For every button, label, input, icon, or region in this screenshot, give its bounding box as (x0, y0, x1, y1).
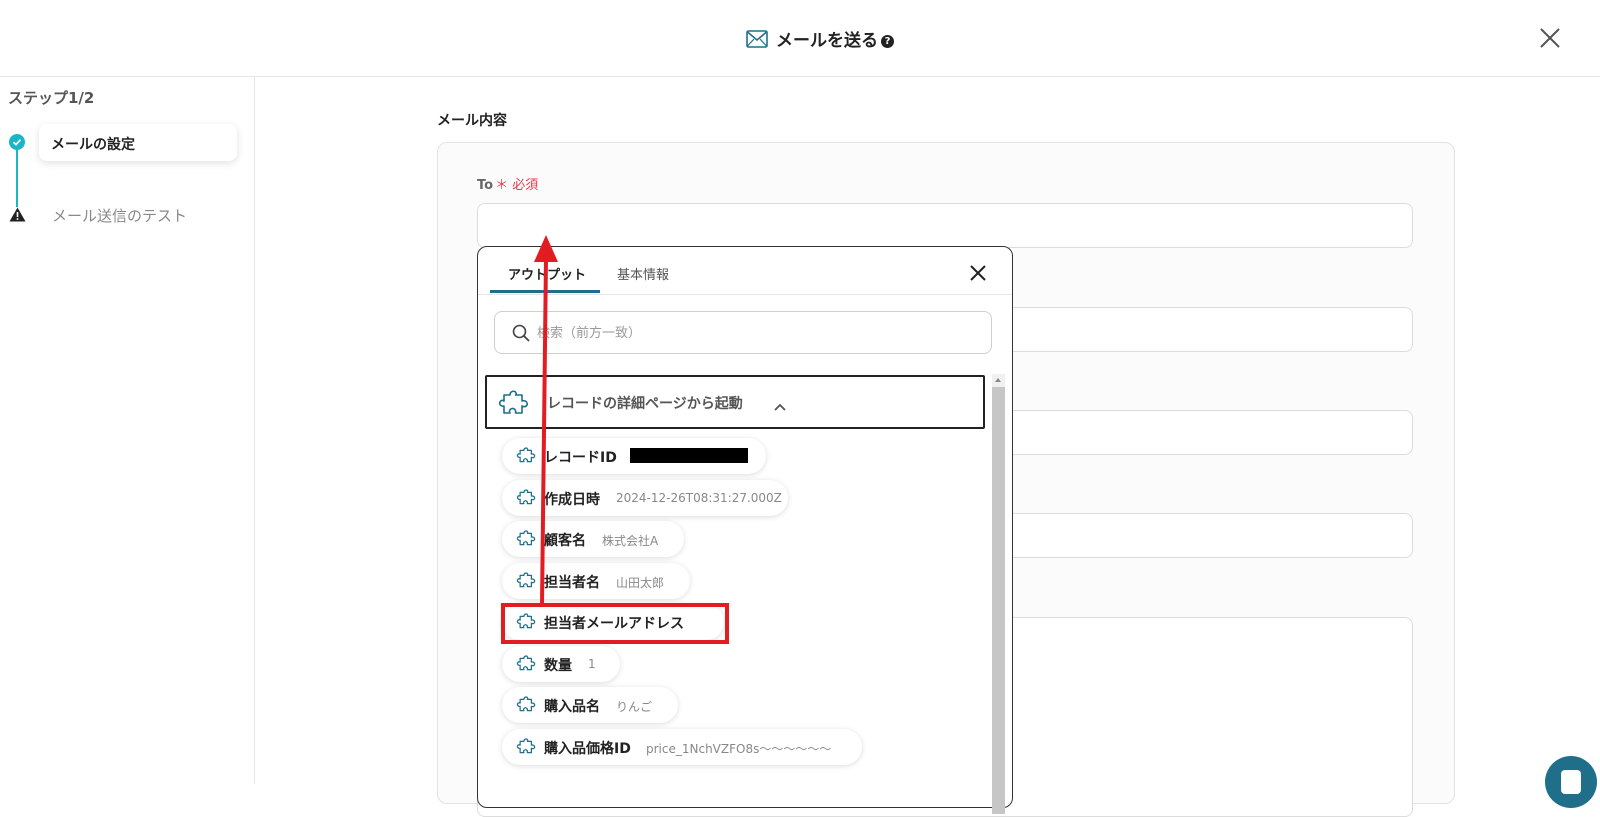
chip-value: 株式会社A (602, 534, 659, 548)
search-box[interactable] (494, 311, 992, 354)
group-label: レコードの詳細ページから起動 (547, 396, 743, 412)
puzzle-icon (516, 488, 538, 512)
puzzle-icon (516, 695, 538, 719)
tab-divider (478, 294, 1012, 295)
chip-label: 担当者名 (544, 575, 600, 591)
output-item-price-id[interactable]: 購入品価格ID price_1NchVZFO8s〜〜〜〜〜〜 (502, 729, 862, 765)
chip-value: 2024-12-26T08:31:27.000Z (616, 491, 782, 505)
chip-value: 山田太郎 (616, 576, 665, 590)
header-title: メールを送る? (0, 26, 1600, 53)
puzzle-icon (498, 388, 532, 424)
header-title-text: メールを送る (776, 31, 878, 51)
chip-label: 顧客名 (544, 533, 586, 549)
close-icon (1540, 28, 1560, 48)
close-popup-button[interactable] (970, 265, 986, 285)
chip-label: 数量 (544, 658, 572, 674)
output-item-product-name[interactable]: 購入品名 りんご (502, 687, 678, 723)
to-field-label: To ＊ 必須 (477, 174, 538, 193)
to-label-text: To (477, 178, 494, 193)
check-icon (9, 134, 25, 150)
chip-label: 購入品名 (544, 699, 600, 715)
chip-value: 1 (588, 657, 596, 671)
puzzle-icon (516, 571, 538, 595)
output-item-staff-name[interactable]: 担当者名 山田太郎 (502, 563, 690, 599)
step-connector (16, 147, 18, 207)
chip-value: りんご (616, 700, 653, 714)
tab-output[interactable]: アウトプット (508, 264, 586, 283)
scrollbar[interactable] (992, 374, 1005, 814)
variable-picker-popup: アウトプット 基本情報 レコードの詳細ページから起動 レコードID 作成日時 2… (477, 246, 1013, 814)
warning-icon (9, 207, 26, 226)
section-title: メール内容 (437, 113, 507, 129)
chevron-up-icon (774, 396, 786, 415)
scroll-up-arrow[interactable] (992, 374, 1005, 387)
active-tab-indicator (490, 290, 600, 293)
puzzle-icon (516, 737, 538, 761)
chip-label: レコードID (544, 450, 617, 466)
step-progress-label: ステップ1/2 (8, 89, 95, 107)
modal-header: メールを送る? (0, 0, 1600, 77)
chip-label: 作成日時 (544, 492, 600, 508)
search-icon (512, 324, 530, 346)
to-input[interactable] (477, 203, 1413, 248)
annotation-highlight-box (501, 603, 729, 644)
close-modal-button[interactable] (1538, 26, 1562, 50)
step-sidebar: ステップ1/2 メールの設定 メール送信のテスト (0, 77, 255, 784)
step-item-label: メールの設定 (51, 137, 135, 153)
step-item-mail-test[interactable]: メール送信のテスト (52, 205, 187, 226)
puzzle-icon (516, 446, 538, 470)
search-input[interactable] (535, 313, 979, 354)
output-item-customer-name[interactable]: 顧客名 株式会社A (502, 521, 684, 557)
output-item-created-at[interactable]: 作成日時 2024-12-26T08:31:27.000Z (502, 480, 788, 516)
step-item-mail-settings[interactable]: メールの設定 (39, 124, 237, 161)
tab-basic-info[interactable]: 基本情報 (617, 264, 669, 283)
output-item-record-id[interactable]: レコードID (502, 438, 766, 474)
mail-icon (746, 29, 768, 53)
chip-value: price_1NchVZFO8s〜〜〜〜〜〜 (646, 742, 832, 756)
group-header-record-detail[interactable]: レコードの詳細ページから起動 (485, 375, 985, 429)
help-icon[interactable]: ? (881, 34, 894, 48)
required-badge: ＊ 必須 (495, 178, 539, 193)
puzzle-icon (516, 529, 538, 553)
puzzle-icon (516, 654, 538, 678)
chip-label: 購入品価格ID (544, 741, 631, 757)
close-icon (970, 265, 986, 281)
output-item-quantity[interactable]: 数量 1 (502, 646, 620, 682)
redacted-value (630, 448, 748, 463)
chat-support-button[interactable] (1545, 756, 1597, 808)
